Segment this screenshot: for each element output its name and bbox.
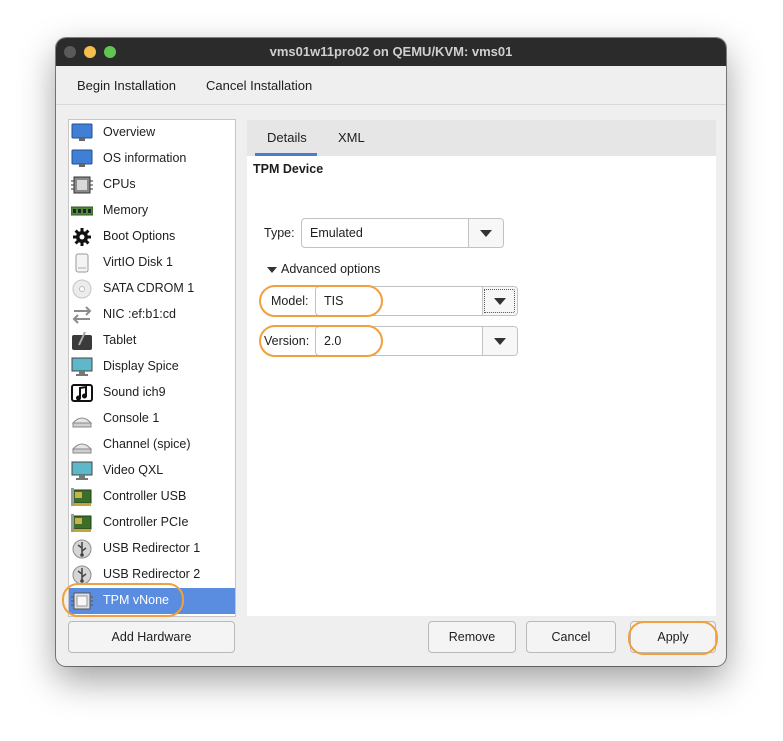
sidebar-item-label: NIC :ef:b1:cd <box>103 307 176 321</box>
pci-card-icon <box>71 487 93 507</box>
disk-icon <box>71 253 93 273</box>
section-title: TPM Device <box>253 162 324 176</box>
remove-button[interactable]: Remove <box>428 621 516 653</box>
sidebar-item-tpm-vnone[interactable]: TPM vNone <box>69 588 235 614</box>
sidebar-item-label: Sound ich9 <box>103 385 166 399</box>
sidebar-item-usb-redirector-2[interactable]: USB Redirector 2 <box>69 562 235 588</box>
model-label: Model: <box>271 294 309 308</box>
chevron-down-icon <box>494 298 506 305</box>
cancel-button[interactable]: Cancel <box>526 621 616 653</box>
sidebar-item-label: Boot Options <box>103 229 176 243</box>
sidebar-item-label: Console 1 <box>103 411 160 425</box>
tablet-icon <box>71 331 93 351</box>
pci-card-icon <box>71 513 93 533</box>
sidebar-item-controller-pcie[interactable]: Controller PCIe <box>69 510 235 536</box>
network-arrows-icon <box>71 305 93 325</box>
cdrom-icon <box>71 279 93 299</box>
tab-details[interactable]: Details <box>267 130 307 145</box>
sidebar-item-cpus[interactable]: CPUs <box>69 172 235 198</box>
sidebar-item-label: Controller USB <box>103 489 187 503</box>
sidebar-item-video-qxl[interactable]: Video QXL <box>69 458 235 484</box>
model-dropdown-button[interactable] <box>482 287 517 315</box>
monitor-icon <box>71 149 93 169</box>
triangle-down-icon <box>267 266 277 273</box>
usb-icon <box>71 539 93 559</box>
version-label: Version: <box>264 334 310 348</box>
tab-bar: Details XML <box>247 120 716 156</box>
monitor-icon <box>71 123 93 143</box>
sidebar-item-sata-cdrom-1[interactable]: SATA CDROM 1 <box>69 276 235 302</box>
sidebar-item-memory[interactable]: Memory <box>69 198 235 224</box>
model-select[interactable]: TIS <box>315 286 518 316</box>
sidebar-item-label: Overview <box>103 125 156 139</box>
menubar: Begin Installation Cancel Installation <box>56 66 726 105</box>
sidebar-item-controller-usb[interactable]: Controller USB <box>69 484 235 510</box>
sidebar-item-sound-ich9[interactable]: Sound ich9 <box>69 380 235 406</box>
sidebar-item-label: TPM vNone <box>103 593 169 607</box>
sidebar-item-console-1[interactable]: Console 1 <box>69 406 235 432</box>
advanced-options-label: Advanced options <box>281 262 381 276</box>
sidebar-item-label: Controller PCIe <box>103 515 189 529</box>
sidebar-item-overview[interactable]: Overview <box>69 120 235 146</box>
tab-xml[interactable]: XML <box>338 130 365 145</box>
sidebar-item-display-spice[interactable]: Display Spice <box>69 354 235 380</box>
tpm-chip-icon <box>71 591 93 611</box>
sidebar-item-label: Video QXL <box>103 463 164 477</box>
sidebar-item-label: Display Spice <box>103 359 179 373</box>
sidebar-item-os-information[interactable]: OS information <box>69 146 235 172</box>
sidebar-item-tablet[interactable]: Tablet <box>69 328 235 354</box>
cpu-chip-icon <box>71 175 93 195</box>
chevron-down-icon <box>480 230 492 237</box>
version-dropdown-button[interactable] <box>482 327 517 355</box>
sidebar-item-label: USB Redirector 1 <box>103 541 201 555</box>
type-value: Emulated <box>310 226 363 240</box>
version-value: 2.0 <box>324 334 342 348</box>
serial-port-icon <box>71 435 93 455</box>
model-value: TIS <box>324 294 344 308</box>
version-select[interactable]: 2.0 <box>315 326 518 356</box>
begin-installation-menu[interactable]: Begin Installation <box>77 78 176 93</box>
chevron-down-icon <box>494 338 506 345</box>
cancel-installation-menu[interactable]: Cancel Installation <box>206 78 312 93</box>
sidebar-item-nic[interactable]: NIC :ef:b1:cd <box>69 302 235 328</box>
add-hardware-button[interactable]: Add Hardware <box>68 621 235 653</box>
apply-button[interactable]: Apply <box>630 621 716 653</box>
active-tab-indicator <box>255 153 317 156</box>
sound-icon <box>71 383 93 403</box>
sidebar-item-label: USB Redirector 2 <box>103 567 201 581</box>
sidebar-item-label: Channel (spice) <box>103 437 191 451</box>
sidebar-item-label: SATA CDROM 1 <box>103 281 195 295</box>
hardware-list: Overview OS information CPUs Memory Boot… <box>68 119 236 617</box>
display-icon <box>71 357 93 377</box>
advanced-options-expander[interactable]: Advanced options <box>267 262 380 276</box>
sidebar-item-label: Tablet <box>103 333 137 347</box>
sidebar-item-label: OS information <box>103 151 187 165</box>
sidebar-item-label: CPUs <box>103 177 136 191</box>
sidebar-item-label: Memory <box>103 203 149 217</box>
dialog-window: vms01w11pro02 on QEMU/KVM: vms01 Begin I… <box>56 38 726 666</box>
sidebar-item-virtio-disk-1[interactable]: VirtIO Disk 1 <box>69 250 235 276</box>
sidebar-item-boot-options[interactable]: Boot Options <box>69 224 235 250</box>
sidebar-item-usb-redirector-1[interactable]: USB Redirector 1 <box>69 536 235 562</box>
window-title: vms01w11pro02 on QEMU/KVM: vms01 <box>269 44 513 59</box>
usb-icon <box>71 565 93 585</box>
sidebar-item-label: VirtIO Disk 1 <box>103 255 173 269</box>
display-icon <box>71 461 93 481</box>
titlebar[interactable]: vms01w11pro02 on QEMU/KVM: vms01 <box>56 38 726 66</box>
gear-icon <box>71 227 93 247</box>
sidebar-item-channel-spice[interactable]: Channel (spice) <box>69 432 235 458</box>
type-dropdown-button[interactable] <box>468 219 503 247</box>
type-select[interactable]: Emulated <box>301 218 504 248</box>
details-panel: Details XML TPM Device Type: Emulated Ad… <box>247 120 716 616</box>
serial-port-icon <box>71 409 93 429</box>
type-label: Type: <box>264 226 295 240</box>
memory-module-icon <box>70 201 94 221</box>
